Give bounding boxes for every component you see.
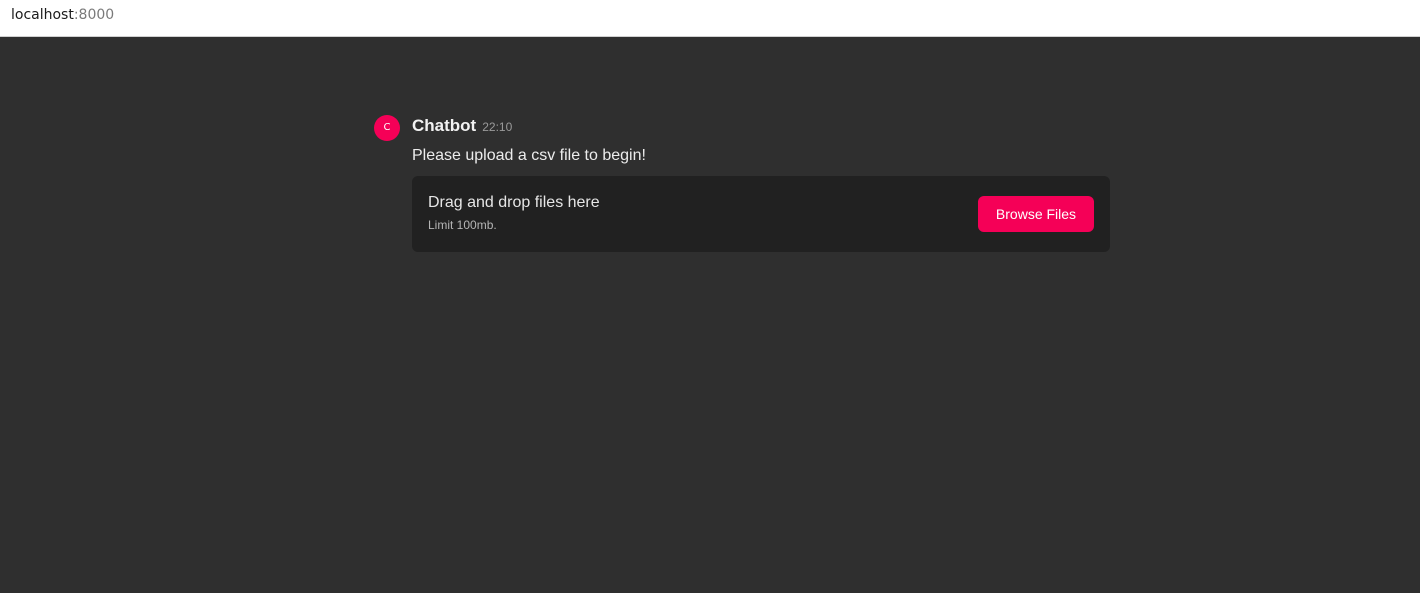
file-dropzone[interactable]: Drag and drop files here Limit 100mb. Br… <box>412 176 1110 252</box>
address-port: :8000 <box>73 7 115 23</box>
address-host: localhost <box>11 7 74 23</box>
message-time: 22:10 <box>482 120 513 134</box>
browser-address-bar[interactable]: localhost:8000 <box>0 0 1420 37</box>
chat-page: C Chatbot 22:10 Please upload a csv file … <box>0 38 1420 593</box>
message-text: Please upload a csv file to begin! <box>412 147 646 164</box>
avatar: C <box>374 115 400 141</box>
address-url[interactable]: localhost:8000 <box>11 7 114 23</box>
dropzone-limit: Limit 100mb. <box>428 218 497 232</box>
dropzone-title: Drag and drop files here <box>428 194 600 211</box>
browse-files-button[interactable]: Browse Files <box>978 196 1094 232</box>
message-author: Chatbot <box>412 116 477 135</box>
message-header: Chatbot 22:10 <box>412 116 512 136</box>
